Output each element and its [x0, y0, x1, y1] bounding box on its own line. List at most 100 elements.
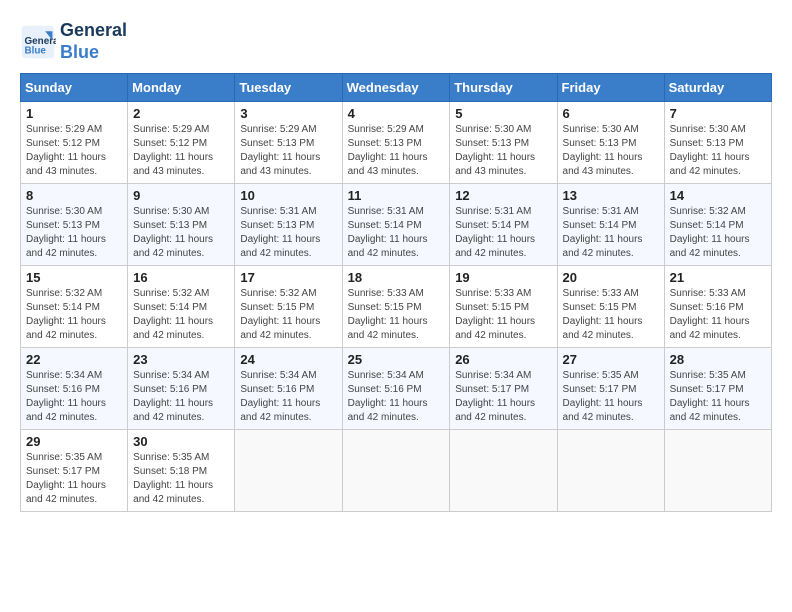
calendar-week-2: 8 Sunrise: 5:30 AM Sunset: 5:13 PM Daylig… [21, 184, 772, 266]
day-info: Sunrise: 5:35 AM Sunset: 5:18 PM Dayligh… [133, 451, 229, 507]
calendar-cell: 12 Sunrise: 5:31 AM Sunset: 5:14 PM Dayli… [450, 184, 557, 266]
day-info: Sunrise: 5:29 AM Sunset: 5:12 PM Dayligh… [133, 123, 229, 179]
day-info: Sunrise: 5:34 AM Sunset: 5:17 PM Dayligh… [455, 369, 551, 425]
day-info: Sunrise: 5:32 AM Sunset: 5:15 PM Dayligh… [240, 287, 336, 343]
weekday-header-monday: Monday [128, 74, 235, 102]
day-number: 27 [563, 352, 659, 367]
day-number: 28 [670, 352, 766, 367]
calendar-cell [235, 430, 342, 512]
calendar-cell: 3 Sunrise: 5:29 AM Sunset: 5:13 PM Daylig… [235, 102, 342, 184]
day-info: Sunrise: 5:34 AM Sunset: 5:16 PM Dayligh… [26, 369, 122, 425]
calendar-cell: 4Sunrise: 5:29 AM Sunset: 5:13 PM Daylig… [342, 102, 450, 184]
calendar-cell: 22 Sunrise: 5:34 AM Sunset: 5:16 PM Dayli… [21, 348, 128, 430]
day-number: 29 [26, 434, 122, 449]
day-number: 15 [26, 270, 122, 285]
calendar-cell: 24Sunrise: 5:34 AM Sunset: 5:16 PM Dayli… [235, 348, 342, 430]
calendar-cell: 16 Sunrise: 5:32 AM Sunset: 5:14 PM Dayli… [128, 266, 235, 348]
day-number: 22 [26, 352, 122, 367]
day-number: 6 [563, 106, 659, 121]
day-info: Sunrise: 5:31 AM Sunset: 5:14 PM Dayligh… [563, 205, 659, 261]
calendar-cell: 27 Sunrise: 5:35 AM Sunset: 5:17 PM Dayli… [557, 348, 664, 430]
calendar-cell [664, 430, 771, 512]
day-number: 21 [670, 270, 766, 285]
day-info: Sunrise: 5:30 AM Sunset: 5:13 PM Dayligh… [455, 123, 551, 179]
day-number: 17 [240, 270, 336, 285]
calendar-cell: 18 Sunrise: 5:33 AM Sunset: 5:15 PM Dayli… [342, 266, 450, 348]
day-number: 4 [348, 106, 445, 121]
calendar-cell: 15 Sunrise: 5:32 AM Sunset: 5:14 PM Dayli… [21, 266, 128, 348]
day-info: Sunrise: 5:32 AM Sunset: 5:14 PM Dayligh… [133, 287, 229, 343]
calendar-cell: 28 Sunrise: 5:35 AM Sunset: 5:17 PM Dayli… [664, 348, 771, 430]
weekday-header-thursday: Thursday [450, 74, 557, 102]
day-info: Sunrise: 5:30 AM Sunset: 5:13 PM Dayligh… [670, 123, 766, 179]
calendar-cell: 13Sunrise: 5:31 AM Sunset: 5:14 PM Dayli… [557, 184, 664, 266]
day-number: 3 [240, 106, 336, 121]
calendar-cell: 5 Sunrise: 5:30 AM Sunset: 5:13 PM Daylig… [450, 102, 557, 184]
day-number: 1 [26, 106, 122, 121]
day-number: 18 [348, 270, 445, 285]
day-info: Sunrise: 5:33 AM Sunset: 5:15 PM Dayligh… [348, 287, 445, 343]
day-number: 26 [455, 352, 551, 367]
logo-text: General Blue [60, 20, 127, 63]
calendar-cell: 11 Sunrise: 5:31 AM Sunset: 5:14 PM Dayli… [342, 184, 450, 266]
header: General Blue General Blue [20, 20, 772, 63]
weekday-header-saturday: Saturday [664, 74, 771, 102]
calendar-cell: 19 Sunrise: 5:33 AM Sunset: 5:15 PM Dayli… [450, 266, 557, 348]
day-info: Sunrise: 5:29 AM Sunset: 5:13 PM Dayligh… [240, 123, 336, 179]
day-info: Sunrise: 5:34 AM Sunset: 5:16 PM Dayligh… [133, 369, 229, 425]
day-number: 5 [455, 106, 551, 121]
calendar-cell: 25 Sunrise: 5:34 AM Sunset: 5:16 PM Dayli… [342, 348, 450, 430]
day-number: 16 [133, 270, 229, 285]
day-number: 12 [455, 188, 551, 203]
weekday-header-wednesday: Wednesday [342, 74, 450, 102]
calendar-cell: 14 Sunrise: 5:32 AM Sunset: 5:14 PM Dayli… [664, 184, 771, 266]
calendar-cell: 17 Sunrise: 5:32 AM Sunset: 5:15 PM Dayli… [235, 266, 342, 348]
calendar-cell [450, 430, 557, 512]
day-info: Sunrise: 5:35 AM Sunset: 5:17 PM Dayligh… [670, 369, 766, 425]
calendar-cell: 29 Sunrise: 5:35 AM Sunset: 5:17 PM Dayli… [21, 430, 128, 512]
day-info: Sunrise: 5:32 AM Sunset: 5:14 PM Dayligh… [670, 205, 766, 261]
calendar-cell: 20Sunrise: 5:33 AM Sunset: 5:15 PM Dayli… [557, 266, 664, 348]
day-info: Sunrise: 5:33 AM Sunset: 5:16 PM Dayligh… [670, 287, 766, 343]
calendar-cell: 2 Sunrise: 5:29 AM Sunset: 5:12 PM Daylig… [128, 102, 235, 184]
day-number: 10 [240, 188, 336, 203]
day-number: 2 [133, 106, 229, 121]
day-info: Sunrise: 5:30 AM Sunset: 5:13 PM Dayligh… [26, 205, 122, 261]
day-info: Sunrise: 5:30 AM Sunset: 5:13 PM Dayligh… [563, 123, 659, 179]
calendar-cell: 9Sunrise: 5:30 AM Sunset: 5:13 PM Daylig… [128, 184, 235, 266]
calendar-cell: 8 Sunrise: 5:30 AM Sunset: 5:13 PM Daylig… [21, 184, 128, 266]
calendar-cell: 23 Sunrise: 5:34 AM Sunset: 5:16 PM Dayli… [128, 348, 235, 430]
calendar-cell: 7 Sunrise: 5:30 AM Sunset: 5:13 PM Daylig… [664, 102, 771, 184]
calendar-week-5: 29 Sunrise: 5:35 AM Sunset: 5:17 PM Dayli… [21, 430, 772, 512]
calendar-week-1: 1 Sunrise: 5:29 AM Sunset: 5:12 PM Daylig… [21, 102, 772, 184]
calendar-cell: 21 Sunrise: 5:33 AM Sunset: 5:16 PM Dayli… [664, 266, 771, 348]
day-number: 7 [670, 106, 766, 121]
day-number: 25 [348, 352, 445, 367]
day-info: Sunrise: 5:32 AM Sunset: 5:14 PM Dayligh… [26, 287, 122, 343]
day-number: 9 [133, 188, 229, 203]
day-info: Sunrise: 5:31 AM Sunset: 5:13 PM Dayligh… [240, 205, 336, 261]
day-number: 24 [240, 352, 336, 367]
day-info: Sunrise: 5:33 AM Sunset: 5:15 PM Dayligh… [455, 287, 551, 343]
day-info: Sunrise: 5:31 AM Sunset: 5:14 PM Dayligh… [455, 205, 551, 261]
day-info: Sunrise: 5:29 AM Sunset: 5:12 PM Dayligh… [26, 123, 122, 179]
day-info: Sunrise: 5:34 AM Sunset: 5:16 PM Dayligh… [348, 369, 445, 425]
day-info: Sunrise: 5:33 AM Sunset: 5:15 PM Dayligh… [563, 287, 659, 343]
weekday-header-friday: Friday [557, 74, 664, 102]
logo-icon: General Blue [20, 24, 56, 60]
calendar-cell [342, 430, 450, 512]
calendar-cell [557, 430, 664, 512]
calendar-cell: 10 Sunrise: 5:31 AM Sunset: 5:13 PM Dayli… [235, 184, 342, 266]
day-info: Sunrise: 5:31 AM Sunset: 5:14 PM Dayligh… [348, 205, 445, 261]
day-info: Sunrise: 5:35 AM Sunset: 5:17 PM Dayligh… [26, 451, 122, 507]
day-number: 14 [670, 188, 766, 203]
day-number: 8 [26, 188, 122, 203]
logo: General Blue General Blue [20, 20, 127, 63]
calendar-week-4: 22 Sunrise: 5:34 AM Sunset: 5:16 PM Dayli… [21, 348, 772, 430]
day-number: 23 [133, 352, 229, 367]
calendar-cell: 26 Sunrise: 5:34 AM Sunset: 5:17 PM Dayli… [450, 348, 557, 430]
day-number: 19 [455, 270, 551, 285]
day-info: Sunrise: 5:35 AM Sunset: 5:17 PM Dayligh… [563, 369, 659, 425]
day-number: 11 [348, 188, 445, 203]
weekday-header-sunday: Sunday [21, 74, 128, 102]
